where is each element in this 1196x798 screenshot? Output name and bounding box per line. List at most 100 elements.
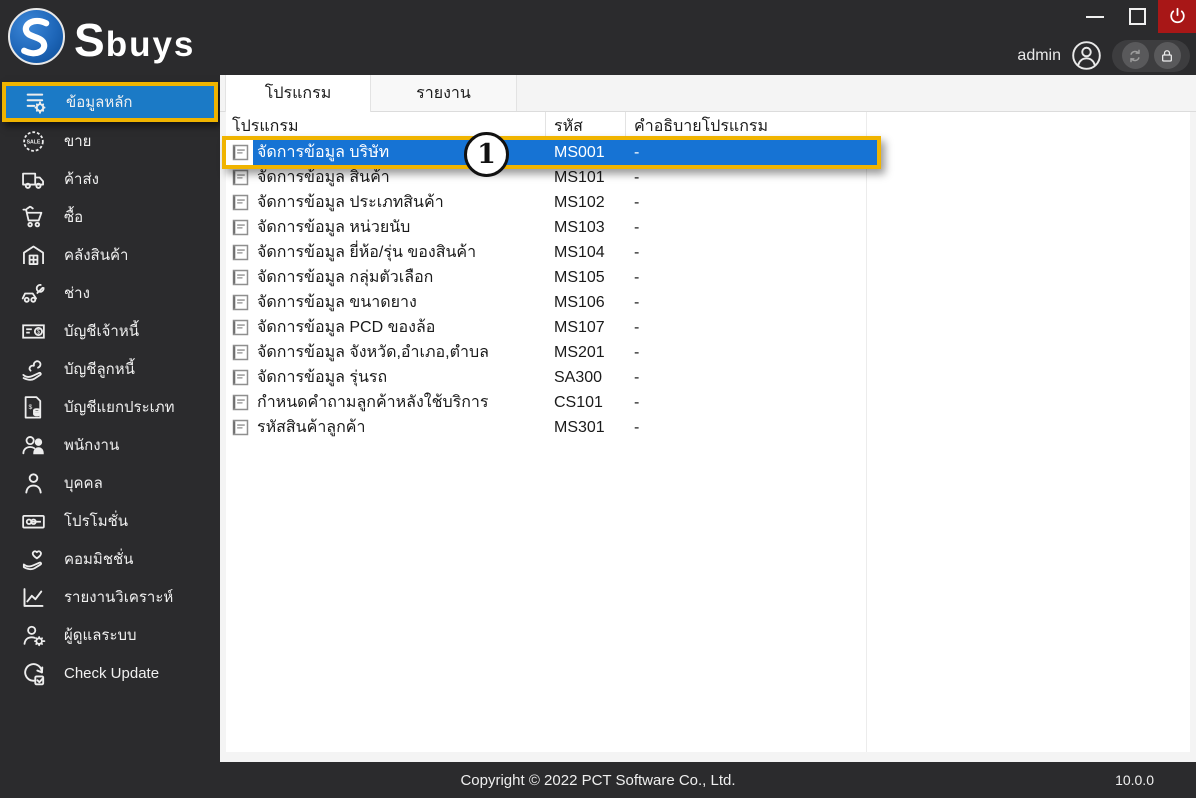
warehouse-icon	[18, 240, 48, 270]
copyright-text: Copyright © 2022 PCT Software Co., Ltd.	[460, 771, 736, 789]
program-name-cell: จัดการข้อมูล จังหวัด,อำเภอ,ตำบล	[226, 340, 546, 365]
sidebar-item-check-update[interactable]: Check Update	[0, 654, 220, 692]
program-description: -	[634, 168, 640, 186]
sidebar-item-master-data[interactable]: ข้อมูลหลัก	[2, 82, 218, 122]
purchase-cart-icon	[18, 202, 48, 232]
lock-button[interactable]	[1153, 42, 1181, 69]
general-ledger-icon: $	[18, 392, 48, 422]
sidebar-item-purchase-cart[interactable]: ซื้อ	[0, 198, 220, 236]
minimize-button[interactable]	[1074, 0, 1116, 33]
program-name: จัดการข้อมูล ขนาดยาง	[257, 294, 417, 311]
sidebar-item-label: ซื้อ	[64, 209, 84, 226]
table-row[interactable]: จัดการข้อมูล ขนาดยาง MS106 -	[226, 290, 877, 315]
user-avatar-icon[interactable]	[1071, 40, 1102, 71]
program-description: -	[634, 268, 640, 286]
wholesale-truck-icon	[18, 164, 48, 194]
power-icon	[1169, 7, 1185, 24]
tab-programs[interactable]: โปรแกรม	[225, 75, 371, 112]
table-row[interactable]: จัดการข้อมูล ยี่ห้อ/รุ่น ของสินค้า MS104 -	[226, 240, 877, 265]
power-close-button[interactable]	[1158, 0, 1196, 33]
column-header-code[interactable]: รหัส	[546, 112, 626, 140]
table-row[interactable]: จัดการข้อมูล ประเภทสินค้า MS102 -	[226, 190, 877, 215]
program-name-cell: รหัสสินค้าลูกค้า	[226, 415, 546, 440]
program-code: CS101	[554, 393, 603, 411]
program-name: จัดการข้อมูล PCD ของล้อ	[257, 319, 436, 336]
table-row[interactable]: จัดการข้อมูล บริษัท MS001 -	[222, 136, 881, 169]
program-name-cell: จัดการข้อมูล PCD ของล้อ	[226, 315, 546, 340]
program-description: -	[634, 143, 640, 161]
table-row[interactable]: จัดการข้อมูล หน่วยนับ MS103 -	[226, 215, 877, 240]
table-row[interactable]: จัดการข้อมูล PCD ของล้อ MS107 -	[226, 315, 877, 340]
table-row[interactable]: รหัสสินค้าลูกค้า MS301 -	[226, 415, 877, 440]
program-description: -	[634, 318, 640, 336]
table-row[interactable]: กำหนดคำถามลูกค้าหลังใช้บริการ CS101 -	[226, 390, 877, 415]
step-annotation-badge: 1	[464, 132, 509, 177]
table-row[interactable]: จัดการข้อมูล จังหวัด,อำเภอ,ตำบล MS201 -	[226, 340, 877, 365]
sidebar-item-commission[interactable]: คอมมิชชั่น	[0, 540, 220, 578]
sidebar-item-label: คลังสินค้า	[64, 247, 129, 264]
program-name: จัดการข้อมูล ยี่ห้อ/รุ่น ของสินค้า	[257, 244, 477, 261]
app-window: Sbuys admin ข้อมูลหลัก SALE ขาย ค้าส่ง ซ…	[0, 0, 1196, 798]
program-form-icon	[232, 394, 249, 411]
program-description: -	[634, 393, 640, 411]
program-description: -	[634, 418, 640, 436]
sidebar-item-label: ข้อมูลหลัก	[66, 94, 133, 111]
program-name-cell: จัดการข้อมูล ยี่ห้อ/รุ่น ของสินค้า	[226, 240, 546, 265]
program-name: กำหนดคำถามลูกค้าหลังใช้บริการ	[257, 394, 489, 411]
analytics-report-icon	[18, 582, 48, 612]
refresh-button[interactable]	[1121, 42, 1149, 69]
sidebar-item-label: โปรโมชั่น	[64, 513, 129, 530]
sidebar-item-person[interactable]: บุคคล	[0, 464, 220, 502]
sidebar-item-label: บัญชีเจ้าหนี้	[64, 323, 139, 340]
program-code: MS001	[554, 143, 605, 161]
refresh-icon	[1130, 49, 1140, 62]
maximize-icon	[1128, 8, 1146, 25]
program-form-icon	[232, 269, 249, 286]
brand-initial: S	[74, 14, 106, 66]
titlebar: Sbuys admin	[0, 0, 1196, 75]
sidebar-item-mechanic[interactable]: ช่าง	[0, 274, 220, 312]
sidebar-item-administrator[interactable]: ผู้ดูแลระบบ	[0, 616, 220, 654]
check-update-icon	[18, 658, 48, 688]
sidebar-item-employees[interactable]: พนักงาน	[0, 426, 220, 464]
tab-reports[interactable]: รายงาน	[371, 75, 517, 111]
maximize-button[interactable]	[1116, 0, 1158, 33]
table-row[interactable]: จัดการข้อมูล รุ่นรถ SA300 -	[226, 365, 877, 390]
program-description: -	[634, 343, 640, 361]
sale-icon: SALE	[18, 126, 48, 156]
program-form-icon	[232, 319, 249, 336]
program-form-icon	[232, 244, 249, 261]
lock-icon	[1162, 49, 1172, 62]
program-form-icon	[232, 294, 249, 311]
sidebar-nav: ข้อมูลหลัก SALE ขาย ค้าส่งซื้อคลังสินค้าช่า…	[0, 75, 220, 762]
sidebar-item-sale[interactable]: SALE ขาย	[0, 122, 220, 160]
program-code: MS101	[554, 168, 605, 186]
column-header-description[interactable]: คำอธิบายโปรแกรม	[626, 112, 866, 140]
program-name: จัดการข้อมูล กลุ่มตัวเลือก	[257, 269, 434, 286]
sidebar-item-promotion[interactable]: โปรโมชั่น	[0, 502, 220, 540]
sidebar-item-label: บุคคล	[64, 475, 103, 492]
quick-actions-pill	[1112, 39, 1190, 72]
user-row: admin	[1017, 39, 1190, 72]
program-form-icon	[232, 344, 249, 361]
sidebar-item-general-ledger[interactable]: $ บัญชีแยกประเภท	[0, 388, 220, 426]
program-code: MS103	[554, 218, 605, 236]
logo-s-swoosh-icon	[20, 17, 49, 56]
sidebar-item-warehouse[interactable]: คลังสินค้า	[0, 236, 220, 274]
sidebar-item-wholesale-truck[interactable]: ค้าส่ง	[0, 160, 220, 198]
table-body: จัดการข้อมูล บริษัท MS001- จัดการข้อมูล สิ…	[222, 136, 1190, 440]
brand-wordmark: Sbuys	[74, 13, 195, 67]
sidebar-item-accounts-payable[interactable]: $ บัญชีเจ้าหนี้	[0, 312, 220, 350]
program-form-icon	[232, 419, 249, 436]
brand-rest: buys	[105, 25, 196, 64]
sidebar-item-analytics-report[interactable]: รายงานวิเคราะห์	[0, 578, 220, 616]
program-code: MS301	[554, 418, 605, 436]
table-header: โปรแกรม รหัส คำอธิบายโปรแกรม	[226, 112, 1190, 140]
program-name: จัดการข้อมูล บริษัท	[257, 144, 390, 161]
table-row[interactable]: จัดการข้อมูล กลุ่มตัวเลือก MS105 -	[226, 265, 877, 290]
program-name: จัดการข้อมูล ประเภทสินค้า	[257, 194, 444, 211]
sidebar-item-accounts-receivable[interactable]: บัญชีลูกหนี้	[0, 350, 220, 388]
table-row[interactable]: จัดการข้อมูล สินค้า MS101 -	[226, 165, 877, 190]
program-form-icon	[232, 144, 249, 161]
status-bar: Copyright © 2022 PCT Software Co., Ltd. …	[0, 762, 1196, 798]
